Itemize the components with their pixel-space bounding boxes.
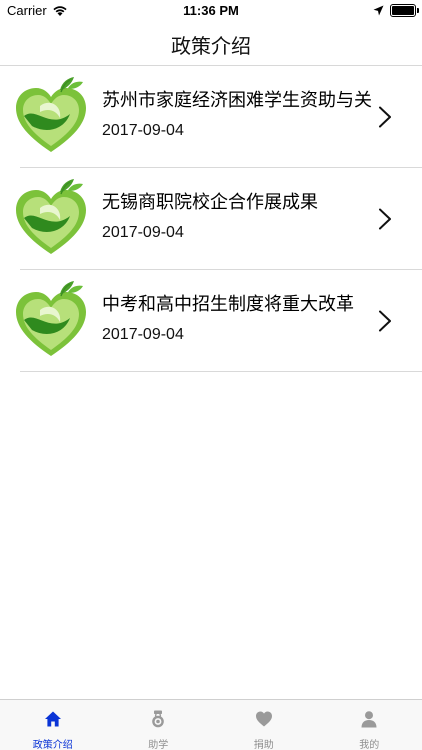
chevron-right-icon — [379, 310, 391, 332]
item-title: 苏州市家庭经济困难学生资助与关 — [102, 90, 372, 111]
tab-label: 捐助 — [253, 740, 274, 750]
tab-label: 政策介绍 — [32, 740, 73, 750]
tab-label: 助学 — [148, 740, 169, 750]
status-bar: Carrier 11:36 PM — [0, 0, 422, 22]
page-title: 政策介绍 — [171, 34, 251, 58]
item-date: 2017-09-04 — [102, 326, 184, 343]
clock: 11:36 PM — [183, 3, 239, 18]
tab-mine[interactable]: 我的 — [317, 700, 422, 750]
navigation-bar: 政策介绍 — [0, 22, 422, 66]
battery-icon — [390, 4, 419, 17]
chevron-right-icon — [379, 106, 391, 128]
tab-bar: 政策介绍 助学 捐助 我的 — [0, 699, 422, 750]
tab-donate[interactable]: 捐助 — [211, 700, 317, 750]
list-item[interactable]: 苏州市家庭经济困难学生资助与关 2017-09-04 — [0, 66, 422, 168]
chevron-right-icon — [379, 208, 391, 230]
item-date: 2017-09-04 — [102, 122, 184, 139]
tab-study-aid[interactable]: 助学 — [106, 700, 212, 750]
item-date: 2017-09-04 — [102, 224, 184, 241]
home-icon — [44, 711, 61, 727]
list-item[interactable]: 中考和高中招生制度将重大改革 2017-09-04 — [0, 270, 422, 372]
green-heart-logo-icon — [10, 178, 92, 260]
policy-list: 苏州市家庭经济困难学生资助与关 2017-09-04 无锡商职院校企合作展成果 … — [0, 66, 422, 372]
person-icon — [361, 711, 377, 728]
item-title: 无锡商职院校企合作展成果 — [102, 192, 318, 213]
green-heart-logo-icon — [10, 76, 92, 158]
row-divider — [20, 371, 422, 372]
green-heart-logo-icon — [10, 280, 92, 362]
list-item[interactable]: 无锡商职院校企合作展成果 2017-09-04 — [0, 168, 422, 270]
heart-icon — [255, 711, 272, 727]
tab-label: 我的 — [359, 740, 380, 750]
medal-icon — [152, 710, 165, 728]
item-title: 中考和高中招生制度将重大改革 — [102, 294, 354, 315]
location-arrow-icon — [373, 5, 384, 16]
tab-policy[interactable]: 政策介绍 — [0, 700, 106, 750]
